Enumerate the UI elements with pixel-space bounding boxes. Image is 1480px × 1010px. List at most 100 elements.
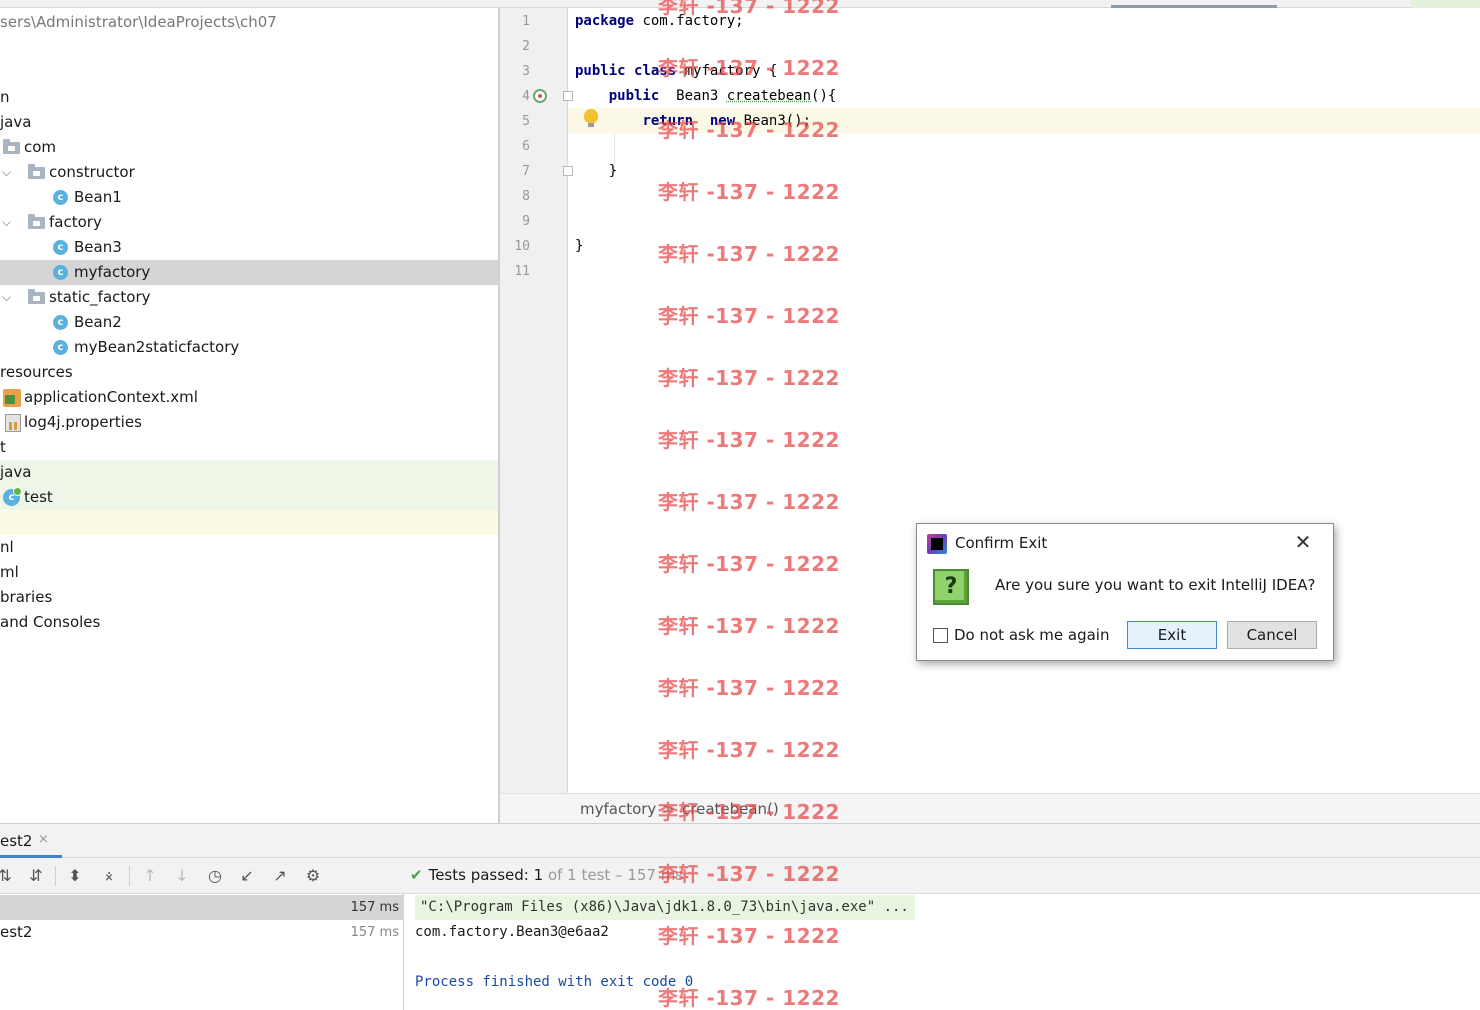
do-not-ask-checkbox[interactable] — [933, 628, 948, 643]
breadcrumb-separator: > — [662, 800, 675, 818]
line-number: 7 — [522, 164, 530, 179]
tree-label: static_factory — [49, 288, 151, 306]
console-command-line[interactable]: "C:\Program Files (x86)\Java\jdk1.8.0_73… — [415, 895, 915, 920]
tree-row-ml[interactable]: ml — [0, 560, 498, 585]
fold-toggle-icon[interactable] — [563, 91, 573, 101]
project-tree: sers\Administrator\IdeaProjects\ch07 n j… — [0, 8, 498, 823]
exit-button[interactable]: Exit — [1127, 621, 1217, 649]
test-row[interactable]: est2 157 ms — [0, 920, 404, 945]
code-identifier: myfactory — [684, 63, 761, 79]
tree-row-bean2[interactable]: c Bean2 — [0, 310, 498, 335]
breadcrumb-class[interactable]: myfactory — [580, 800, 656, 818]
class-icon: c — [53, 240, 68, 255]
tests-status: ✔ Tests passed: 1 of 1 test – 157 ms — [410, 866, 683, 884]
code-line-10: } — [575, 234, 583, 259]
tree-label: braries — [0, 588, 53, 606]
tests-status-prefix: Tests passed: — [428, 866, 534, 884]
code-line-4: public Bean3 createbean(){ — [575, 84, 837, 109]
editor-gutter[interactable]: 1 2 3 4 5 6 7 8 9 10 11 — [500, 8, 573, 793]
chevron-down-icon[interactable]: ⌵ — [2, 285, 14, 310]
tree-row-mybean2staticfactory[interactable]: c myBean2staticfactory — [0, 335, 498, 360]
tree-row-log4j[interactable]: log4j.properties — [0, 410, 498, 435]
package-folder-icon — [28, 164, 45, 179]
confirm-exit-dialog: Confirm Exit ✕ ? Are you sure you want t… — [916, 523, 1334, 661]
tree-row-nl[interactable]: nl — [0, 535, 498, 560]
tree-label: resources — [0, 363, 73, 381]
console-output-line: com.factory.Bean3@e6aa2 — [415, 924, 609, 940]
tree-row-bean3[interactable]: c Bean3 — [0, 235, 498, 260]
line-number: 1 — [522, 14, 530, 29]
line-number: 10 — [514, 239, 530, 254]
next-failed-icon[interactable]: ↓ — [171, 866, 193, 886]
line-number: 5 — [522, 114, 530, 129]
test-duration: 157 ms — [350, 925, 399, 940]
tree-label: Bean3 — [74, 238, 122, 256]
tree-label: nl — [0, 538, 14, 556]
implements-gutter-icon[interactable] — [533, 89, 547, 103]
code-line-5: return new Bean3(); — [575, 109, 811, 134]
tree-row-resources[interactable]: resources — [0, 360, 498, 385]
tree-row-test-java[interactable]: java — [0, 460, 498, 485]
tree-label: log4j.properties — [24, 413, 142, 431]
history-icon[interactable]: ◷ — [204, 866, 226, 886]
tests-passed-count: 1 — [533, 866, 544, 884]
test-row[interactable]: 157 ms — [0, 895, 404, 920]
editor-tab-partial[interactable] — [1411, 0, 1480, 8]
dialog-title: Confirm Exit — [955, 534, 1048, 552]
close-icon[interactable]: × — [38, 832, 49, 847]
tree-label: and Consoles — [0, 613, 101, 631]
chevron-down-icon[interactable]: ⌵ — [2, 160, 14, 185]
chevron-down-icon[interactable]: ⌵ — [2, 210, 14, 235]
line-number: 3 — [522, 64, 530, 79]
tree-label: constructor — [49, 163, 135, 181]
class-icon: c — [53, 190, 68, 205]
sort-alpha-icon[interactable]: ⇅ — [0, 866, 16, 886]
test-label: est2 — [0, 923, 33, 941]
tree-row-t[interactable]: t — [0, 435, 498, 460]
code-editor[interactable]: 1 2 3 4 5 6 7 8 9 10 11 package com.fact… — [500, 8, 1480, 793]
tree-row-main[interactable]: n — [0, 85, 498, 110]
check-icon: ✔ — [410, 866, 423, 884]
cancel-button[interactable]: Cancel — [1227, 621, 1317, 649]
tree-row-applicationcontext[interactable]: applicationContext.xml — [0, 385, 498, 410]
close-icon[interactable]: ✕ — [1291, 530, 1315, 554]
fold-toggle-icon[interactable] — [563, 166, 573, 176]
run-tab[interactable]: est2 × — [0, 824, 62, 858]
console-output[interactable]: "C:\Program Files (x86)\Java\jdk1.8.0_73… — [405, 894, 1480, 1010]
tree-row-empty[interactable] — [0, 510, 498, 535]
code-line-1: package com.factory; — [575, 9, 744, 34]
tree-row-factory[interactable]: ⌵ factory — [0, 210, 498, 235]
settings-icon[interactable]: ⚙ — [302, 866, 324, 886]
tree-row-static-factory[interactable]: ⌵ static_factory — [0, 285, 498, 310]
breadcrumb-method[interactable]: createbean() — [682, 800, 779, 818]
sort-duration-icon[interactable]: ⇵ — [25, 866, 47, 886]
export-icon[interactable]: ↗ — [269, 866, 291, 886]
line-number: 6 — [522, 139, 530, 154]
collapse-all-icon[interactable]: ⨰ — [98, 866, 120, 886]
do-not-ask-label[interactable]: Do not ask me again — [954, 626, 1109, 644]
tree-row-bean1[interactable]: c Bean1 — [0, 185, 498, 210]
tree-row-com[interactable]: com — [0, 135, 498, 160]
code-text: com.factory; — [634, 13, 744, 29]
expand-all-icon[interactable]: ⬍ — [64, 866, 86, 886]
package-folder-icon — [28, 214, 45, 229]
code-line-3: public class myfactory { — [575, 59, 777, 84]
class-icon: c — [53, 265, 68, 280]
previous-failed-icon[interactable]: ↑ — [139, 866, 161, 886]
tree-row-libraries[interactable]: braries — [0, 585, 498, 610]
import-icon[interactable]: ↙ — [236, 866, 258, 886]
tree-label: myBean2staticfactory — [74, 338, 240, 356]
question-icon: ? — [933, 569, 969, 605]
tree-row-project-path[interactable]: sers\Administrator\IdeaProjects\ch07 — [0, 10, 498, 35]
tree-row-test[interactable]: c test — [0, 485, 498, 510]
xml-file-icon — [3, 389, 21, 407]
tree-label: myfactory — [74, 263, 151, 281]
tree-row-java[interactable]: java — [0, 110, 498, 135]
tree-row-myfactory[interactable]: c myfactory — [0, 260, 498, 285]
package-folder-icon — [28, 289, 45, 304]
test-results-tree: 157 ms est2 157 ms — [0, 894, 404, 1010]
code-text: (){ — [811, 88, 837, 104]
code-text: Bean3(); — [735, 113, 812, 129]
tree-row-scratches[interactable]: and Consoles — [0, 610, 498, 635]
tree-row-constructor[interactable]: ⌵ constructor — [0, 160, 498, 185]
